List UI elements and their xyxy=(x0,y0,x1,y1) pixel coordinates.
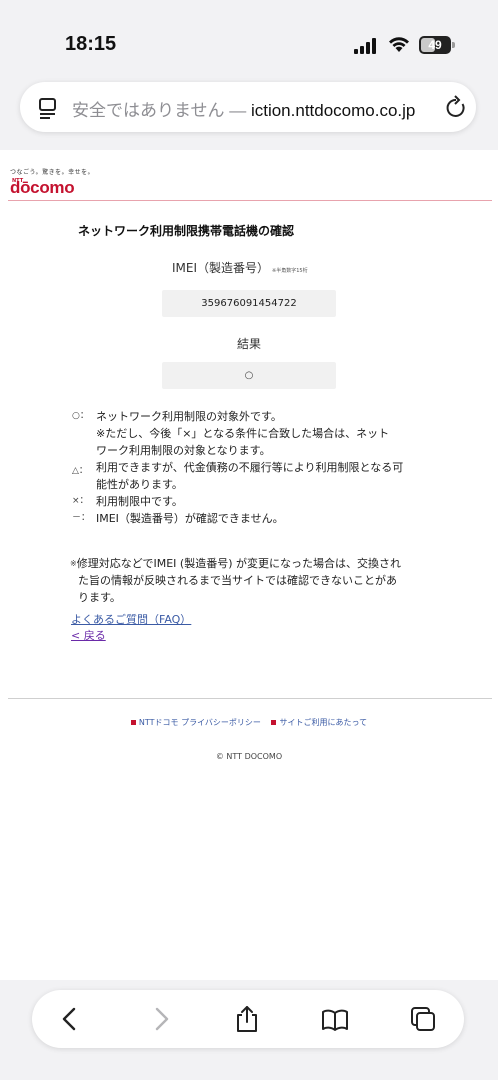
bullet-icon xyxy=(271,720,277,725)
legend-item-restricted: ×： 利用制限中です。 xyxy=(72,493,432,510)
notice-text: た旨の情報が反映されるまで当サイトでは確認できないことがあ xyxy=(78,574,397,587)
legend-text: 能性があります。 xyxy=(96,478,183,491)
status-time: 18:15 xyxy=(65,33,117,55)
legend-text: IMEI（製造番号）が確認できません。 xyxy=(96,512,284,525)
forward-icon[interactable] xyxy=(147,1005,175,1033)
result-legend: ○： ネットワーク利用制限の対象外です。 ※ただし、今後「×」となる条件に合致し… xyxy=(72,408,432,527)
legend-symbol: ○： xyxy=(72,411,89,421)
bookmarks-icon[interactable] xyxy=(321,1005,349,1033)
copyright: © NTT DOCOMO xyxy=(215,752,283,761)
legend-symbol: △： xyxy=(72,466,88,476)
imei-label-text: IMEI（製造番号） xyxy=(172,261,270,275)
tabs-icon[interactable] xyxy=(409,1005,437,1033)
site-terms-link[interactable]: サイトご利用にあたって xyxy=(271,718,367,727)
wifi-icon xyxy=(389,37,409,52)
footer-links: NTTドコモ プライバシーポリシー サイトご利用にあたって xyxy=(0,717,498,728)
repair-notice: ※修理対応などでIMEI (製造番号) が変更になった場合は、交換され た旨の情… xyxy=(70,555,430,606)
imei-field[interactable]: 359676091454722 xyxy=(162,290,336,317)
imei-note: ※半角数字15桁 xyxy=(272,268,308,274)
docomo-logo[interactable]: dōcomo xyxy=(10,178,75,198)
battery-level: 49 xyxy=(428,38,442,52)
address-bar[interactable]: 安全ではありません — iction.nttdocomo.co.jp xyxy=(20,82,476,132)
site-terms-label: サイトご利用にあたって xyxy=(279,718,368,727)
result-label: 結果 xyxy=(236,337,261,351)
url-text: iction.nttdocomo.co.jp xyxy=(250,101,416,120)
bullet-icon xyxy=(130,720,136,725)
share-icon[interactable] xyxy=(233,1005,261,1033)
address-url[interactable]: 安全ではありません — iction.nttdocomo.co.jp xyxy=(72,96,442,121)
legend-text: 利用できますが、代金債務の不履行等により利用制限となる可 xyxy=(96,461,404,474)
signal-icon xyxy=(354,38,376,54)
battery-icon: 49 xyxy=(419,36,455,54)
legend-text: ※ただし、今後「×」となる条件に合致した場合は、ネット xyxy=(96,427,390,440)
legend-text: ネットワーク利用制限の対象外です。 xyxy=(96,410,282,423)
notice-mark: ※ xyxy=(70,559,77,568)
web-page: つなごう。驚きを。幸せを。 NTT dōcomo ネットワーク利用制限携帯電話機… xyxy=(0,150,498,980)
header-divider xyxy=(8,200,492,201)
notice-text: ります。 xyxy=(78,591,121,604)
legend-text: ワーク利用制限の対象となります。 xyxy=(96,444,271,457)
privacy-policy-link[interactable]: NTTドコモ プライバシーポリシー xyxy=(130,718,261,727)
faq-link[interactable]: よくあるご質問（FAQ） xyxy=(71,611,191,627)
notice-text: 修理対応などでIMEI (製造番号) が変更になった場合は、交換され xyxy=(76,557,401,570)
footer-divider xyxy=(8,698,492,699)
privacy-policy-label: NTTドコモ プライバシーポリシー xyxy=(138,718,261,727)
status-bar: 18:15 49 xyxy=(0,0,498,80)
back-link[interactable]: < 戻る xyxy=(71,627,106,643)
legend-item-pending: △： 利用できますが、代金債務の不履行等により利用制限となる可 能性があります。 xyxy=(72,459,432,493)
browser-toolbar xyxy=(32,990,464,1048)
page-title: ネットワーク利用制限携帯電話機の確認 xyxy=(78,224,295,238)
legend-symbol: －： xyxy=(72,513,91,523)
legend-symbol: ×： xyxy=(72,496,89,506)
legend-item-ok: ○： ネットワーク利用制限の対象外です。 ※ただし、今後「×」となる条件に合致し… xyxy=(72,408,432,459)
page-menu-icon[interactable] xyxy=(38,97,58,119)
legend-item-unknown: －： IMEI（製造番号）が確認できません。 xyxy=(72,510,432,527)
insecure-warning: 安全ではありません — xyxy=(72,101,247,120)
back-icon[interactable] xyxy=(56,1005,84,1033)
legend-text: 利用制限中です。 xyxy=(96,495,183,508)
reload-icon[interactable] xyxy=(445,95,467,119)
result-field: ○ xyxy=(162,362,336,389)
imei-label: IMEI（製造番号） ※半角数字15桁 xyxy=(172,259,308,276)
brand-tagline: つなごう。驚きを。幸せを。 xyxy=(10,169,95,176)
